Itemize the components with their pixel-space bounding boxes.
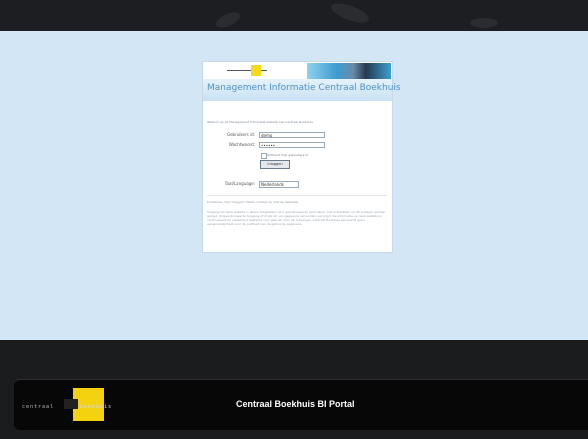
decor-shape: [470, 18, 498, 28]
user-row: Gebruikers id: demo: [203, 132, 392, 140]
password-row: Wachtwoord: ••••••: [203, 142, 392, 150]
decor-shape: [213, 9, 243, 31]
intro-text: Welkom op de Management Informatie websi…: [207, 120, 314, 124]
centraal-boekhuis-logo: [227, 65, 267, 76]
logo-text-left: centraal: [22, 404, 55, 410]
portal-title: Centraal Boekhuis BI Portal: [236, 399, 355, 409]
password-input[interactable]: ••••••: [259, 142, 325, 148]
card-header: [203, 62, 392, 79]
header-photo-strip: [307, 63, 391, 79]
password-label: Wachtwoord:: [228, 142, 255, 147]
login-card: Management Informatie Centraal Boekhuis …: [202, 61, 401, 253]
logo-text-right: boekhuis: [80, 404, 113, 410]
divider: [207, 195, 387, 196]
footer-logo: centraal boekhuis: [22, 388, 122, 422]
decor-shape: [328, 0, 372, 27]
language-label: Taal/Language:: [224, 181, 255, 186]
login-button[interactable]: Inloggen: [260, 160, 290, 169]
banner-title: Management Informatie Centraal Boekhuis: [207, 83, 401, 93]
title-banner: Management Informatie Centraal Boekhuis: [203, 79, 401, 101]
top-bar: [0, 0, 588, 31]
logo-dark-block: [64, 399, 78, 409]
disclaimer-text: Toegang tot deze website is alleen toege…: [207, 210, 386, 226]
language-select[interactable]: Nederlands: [259, 181, 299, 188]
remember-label: Onthoud mijn gebruikers id: [267, 153, 308, 157]
footer-bar: centraal boekhuis Centraal Boekhuis BI P…: [14, 379, 588, 430]
user-label: Gebruikers id:: [226, 132, 255, 137]
help-text: Problemen met inloggen? Neem contact op …: [207, 200, 300, 204]
language-row: Taal/Language: Nederlands: [203, 181, 392, 189]
user-id-input[interactable]: demo: [259, 132, 325, 138]
